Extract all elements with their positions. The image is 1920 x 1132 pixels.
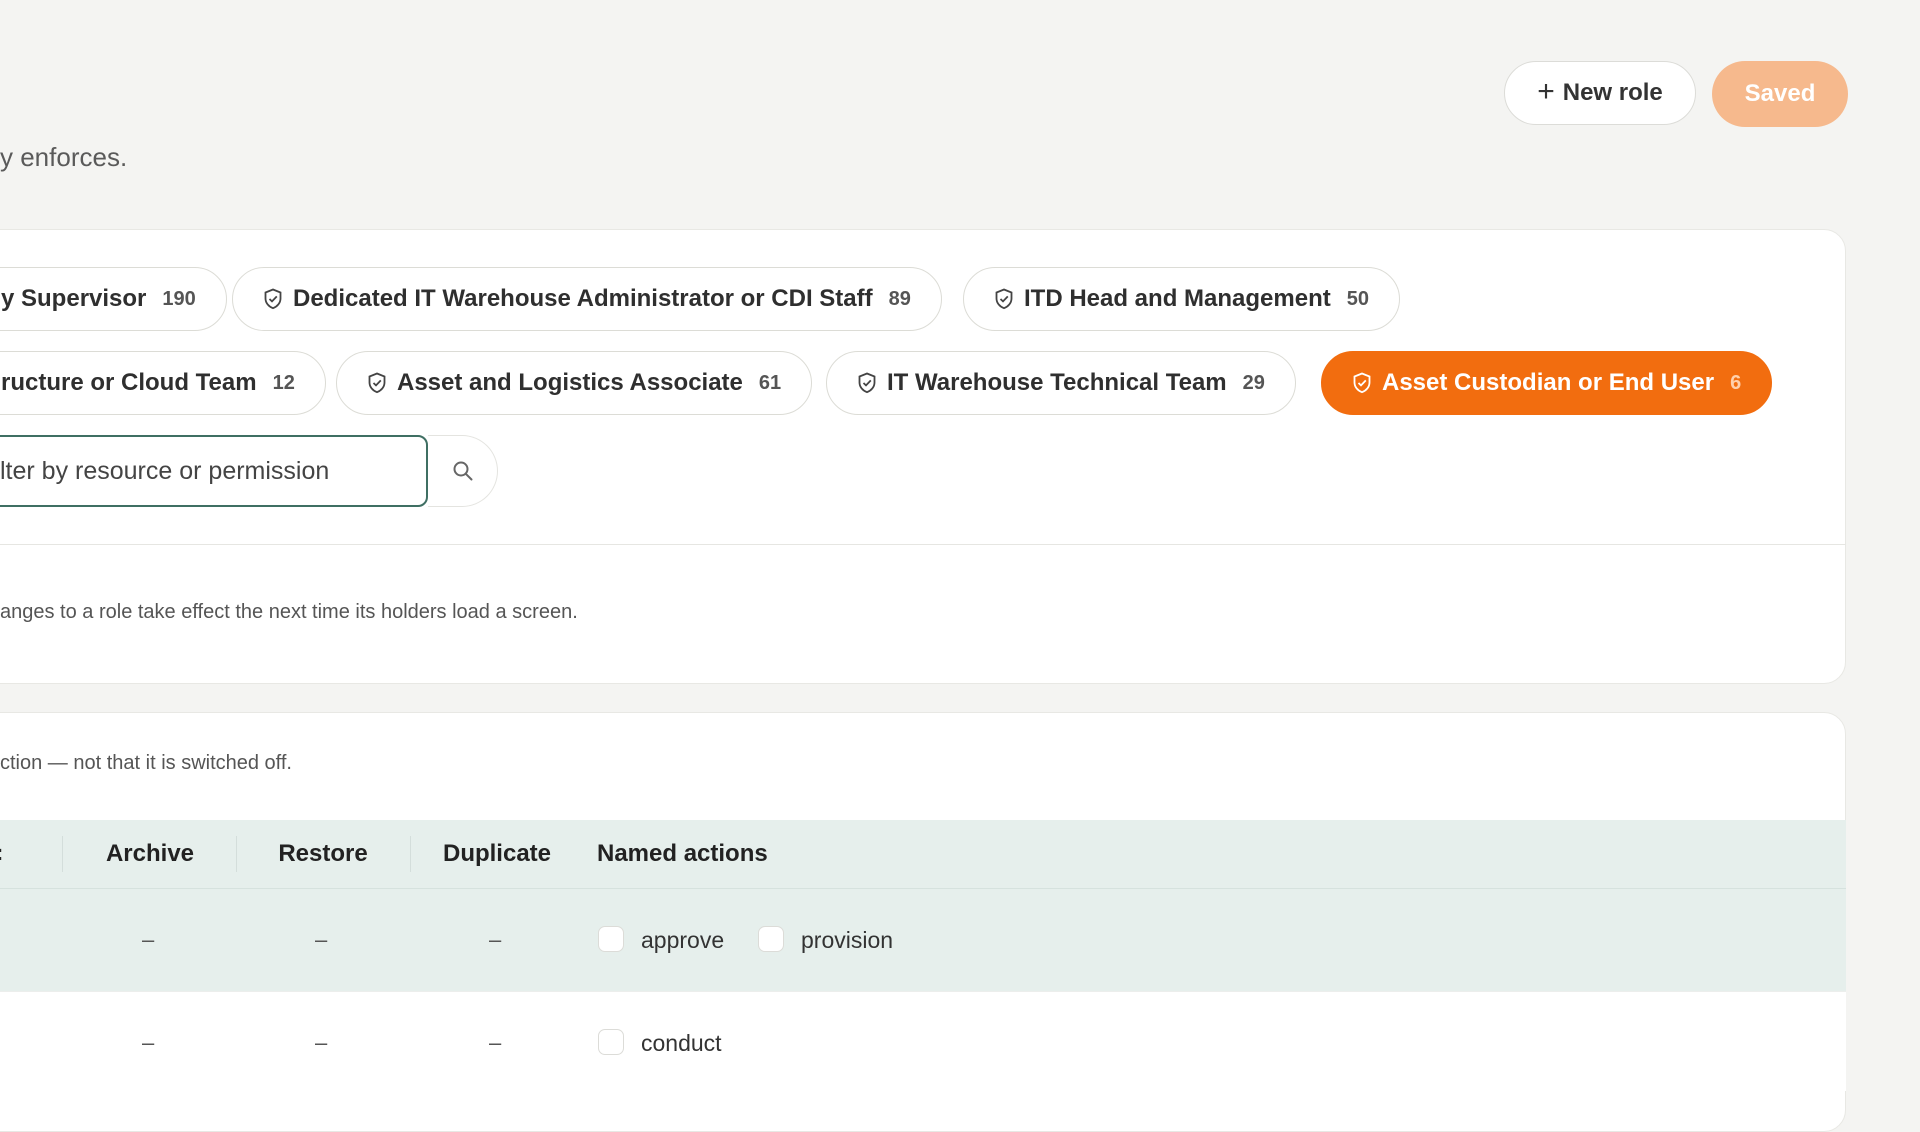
shield-check-icon — [995, 288, 1013, 310]
shield-check-icon — [858, 372, 876, 394]
role-change-note: anges to a role take effect the next tim… — [0, 601, 578, 623]
column-separator — [410, 836, 411, 872]
role-count: 50 — [1346, 287, 1369, 310]
role-pill-supervisor[interactable]: y Supervisor 190 — [0, 267, 227, 331]
role-pill-cloud-team[interactable]: ructure or Cloud Team 12 — [0, 351, 326, 415]
role-count: 61 — [758, 371, 782, 394]
new-role-button[interactable]: + New role — [1504, 61, 1696, 125]
matrix-header: : Archive Restore Duplicate Named action… — [0, 820, 1846, 888]
table-row: – – – conduct — [0, 991, 1846, 1091]
role-count: 190 — [162, 287, 196, 310]
column-header-restore: Restore — [278, 840, 368, 867]
role-pill-custodian-selected[interactable]: Asset Custodian or End User 6 — [1321, 351, 1773, 415]
restore-cell: – — [315, 1030, 328, 1055]
shield-check-icon — [1353, 372, 1371, 394]
column-header-archive: Archive — [105, 840, 195, 867]
column-header-named-actions: Named actions — [597, 840, 768, 867]
shield-check-icon — [264, 288, 282, 310]
search-icon — [453, 461, 472, 481]
page-description: y enforces. — [0, 142, 128, 172]
role-pill-itd-head[interactable]: ITD Head and Management 50 — [963, 267, 1400, 331]
saved-button[interactable]: Saved — [1712, 61, 1848, 127]
provision-checkbox[interactable] — [758, 926, 784, 952]
duplicate-cell: – — [489, 1030, 502, 1055]
permission-filter-input[interactable] — [0, 435, 428, 507]
action-label-conduct: conduct — [641, 1030, 722, 1056]
duplicate-cell: – — [489, 927, 502, 952]
role-pill-logistics-associate[interactable]: Asset and Logistics Associate 61 — [336, 351, 813, 415]
role-pill-warehouse-admin[interactable]: Dedicated IT Warehouse Administrator or … — [232, 267, 942, 331]
archive-cell: – — [142, 927, 155, 952]
restore-cell: – — [315, 927, 328, 952]
role-name: Asset Custodian or End User — [1382, 369, 1715, 396]
role-name: Dedicated IT Warehouse Administrator or … — [293, 285, 873, 312]
column-separator — [62, 836, 63, 872]
role-count: 29 — [1242, 371, 1265, 394]
search-button[interactable] — [428, 435, 498, 507]
archive-cell: – — [142, 1030, 155, 1055]
role-name: ructure or Cloud Team — [1, 369, 257, 396]
role-name: y Supervisor — [1, 285, 147, 312]
divider — [0, 544, 1846, 545]
conduct-checkbox[interactable] — [598, 1029, 624, 1055]
action-label-approve: approve — [641, 927, 725, 953]
column-separator — [236, 836, 237, 872]
action-label-provision: provision — [801, 927, 894, 953]
role-count: 12 — [272, 371, 295, 394]
matrix-note: ction — not that it is switched off. — [0, 752, 292, 774]
column-header-fragment: : — [0, 840, 3, 866]
new-role-label: New role — [1562, 79, 1663, 106]
shield-check-icon — [368, 372, 386, 394]
role-count: 6 — [1730, 371, 1742, 394]
role-name: ITD Head and Management — [1024, 285, 1331, 312]
plus-icon: + — [1537, 74, 1555, 108]
role-name: Asset and Logistics Associate — [397, 369, 743, 396]
column-header-duplicate: Duplicate — [442, 840, 552, 867]
role-count: 89 — [888, 287, 911, 310]
role-name: IT Warehouse Technical Team — [887, 369, 1227, 396]
table-row: – – – approve provision — [0, 888, 1846, 991]
role-pill-warehouse-technical[interactable]: IT Warehouse Technical Team 29 — [826, 351, 1296, 415]
approve-checkbox[interactable] — [598, 926, 624, 952]
